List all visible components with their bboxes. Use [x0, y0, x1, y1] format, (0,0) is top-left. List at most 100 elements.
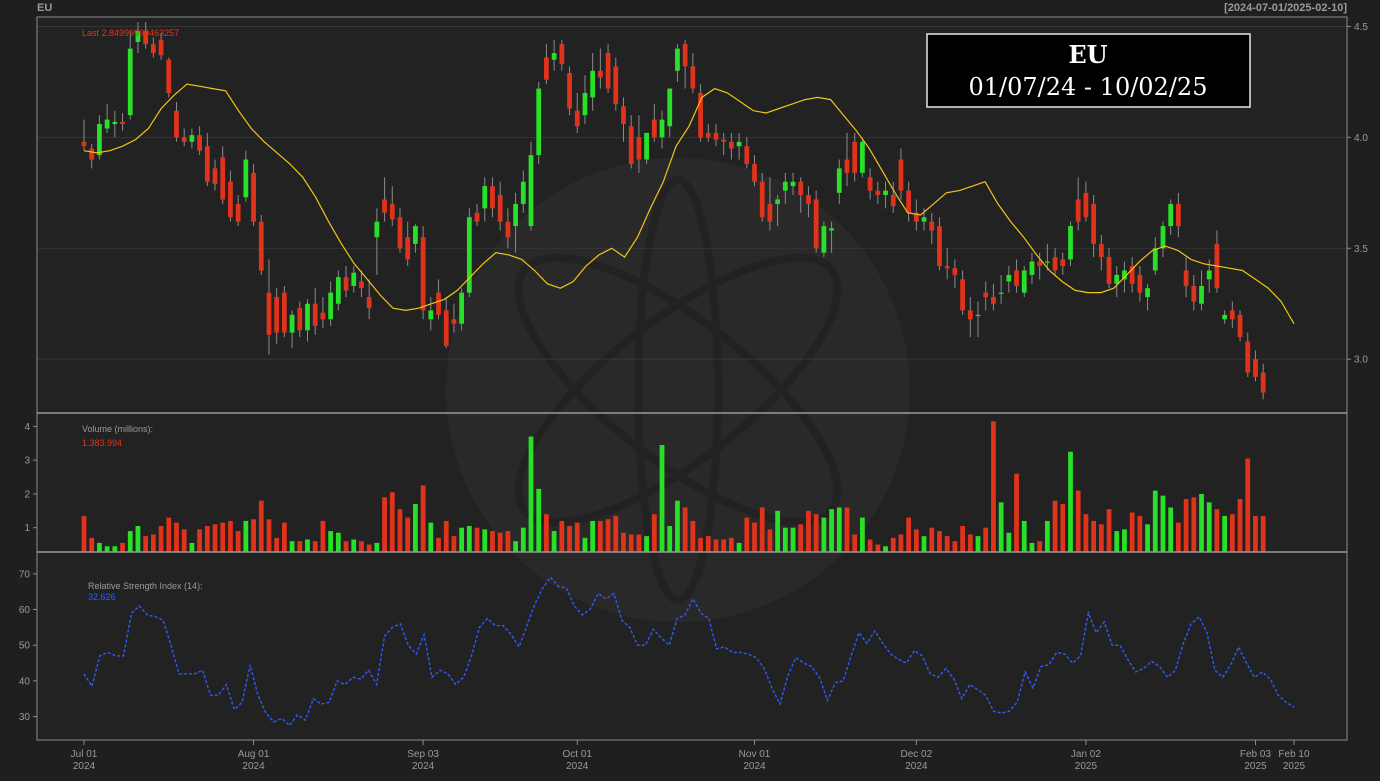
candle-body: [204, 146, 210, 182]
candle-body: [1037, 261, 1043, 267]
stock-chart: 3.0 3.5 4.0 4.5 1 2 3 4 30 40 50 60 70 Jul 01 2024 Aug …: [0, 0, 1380, 776]
candle-body: [1222, 314, 1228, 320]
volume-bar: [1037, 541, 1043, 552]
candle-body: [574, 110, 580, 127]
candle-body: [466, 217, 472, 293]
volume-y-tick-label: 4: [24, 422, 30, 433]
candle-body: [1253, 359, 1258, 377]
volume-value-label: 1.383.994: [82, 438, 122, 448]
candle-body: [759, 181, 765, 218]
volume-bar: [135, 526, 141, 552]
volume-bar: [1106, 509, 1112, 552]
candle-body: [281, 292, 287, 333]
candle-body: [782, 181, 788, 191]
volume-bar: [782, 527, 788, 552]
x-tick-label: Nov 01: [739, 749, 771, 760]
volume-bar: [1199, 493, 1204, 552]
candle-body: [975, 314, 981, 317]
candle-body: [120, 121, 125, 125]
volume-bar: [104, 546, 110, 552]
volume-bar: [790, 527, 796, 552]
volume-bar: [374, 542, 380, 552]
candle-body: [605, 53, 611, 89]
title-box: EU 01/07/24 - 10/02/25: [926, 33, 1251, 108]
x-tick-year-label: 2024: [412, 761, 435, 772]
volume-bar: [806, 510, 811, 552]
candle-body: [312, 303, 318, 326]
volume-bar: [952, 541, 958, 552]
candle-body: [1145, 288, 1150, 298]
volume-bar: [597, 520, 603, 552]
volume-bar: [228, 520, 233, 552]
candle-body: [991, 297, 996, 304]
volume-bar: [513, 541, 518, 552]
candle-body: [821, 226, 827, 253]
candle-body: [1052, 257, 1058, 271]
volume-bar: [913, 529, 919, 552]
candle-body: [351, 272, 357, 286]
candle-body: [1152, 248, 1158, 271]
volume-bar: [983, 527, 989, 552]
candle-body: [944, 266, 950, 269]
candle-body: [320, 312, 326, 320]
volume-bar: [266, 519, 272, 552]
candle-body: [1091, 203, 1097, 244]
rsi-y-tick-label: 60: [19, 605, 31, 616]
header-symbol: EU: [37, 2, 52, 14]
candle-body: [937, 226, 942, 267]
volume-bar: [975, 536, 981, 552]
candle-body: [1137, 274, 1143, 293]
candle-body: [189, 135, 195, 142]
volume-bar: [559, 520, 565, 552]
volume-bar: [860, 517, 865, 552]
candle-body: [104, 119, 110, 129]
volume-bar: [682, 507, 688, 552]
volume-bar: [81, 515, 87, 552]
volume-label: Volume (millions):: [82, 424, 153, 434]
candle-body: [744, 146, 750, 164]
volume-bar: [482, 529, 488, 552]
volume-bar: [1083, 514, 1089, 552]
candle-body: [89, 148, 95, 160]
candle-body: [150, 44, 156, 54]
rsi-y-tick-label: 40: [19, 676, 31, 687]
candle-body: [659, 119, 665, 138]
candle-body: [844, 159, 850, 173]
volume-bar: [752, 522, 757, 552]
volume-bar: [497, 532, 503, 552]
volume-bar: [1098, 524, 1104, 552]
candle-body: [736, 141, 742, 147]
volume-bar: [505, 531, 511, 552]
candle-body: [567, 73, 572, 109]
candle-body: [1106, 257, 1112, 284]
x-tick-year-label: 2025: [1283, 761, 1306, 772]
volume-bar: [220, 522, 226, 552]
volume-bar: [1152, 490, 1158, 552]
volume-bar: [343, 541, 349, 552]
candle-body: [1199, 285, 1204, 304]
candle-body: [597, 70, 603, 78]
candle-body: [636, 137, 642, 160]
x-tick-label: Feb 10: [1278, 749, 1310, 760]
volume-bar: [759, 507, 765, 552]
volume-bar: [536, 488, 542, 552]
volume-bar: [1044, 520, 1050, 552]
volume-bar: [636, 534, 642, 552]
volume-y-tick-label: 1: [24, 523, 30, 534]
candle-body: [443, 310, 449, 346]
candle-body: [497, 195, 503, 222]
volume-bar: [867, 539, 873, 552]
volume-bar: [97, 542, 102, 552]
volume-bar: [1029, 542, 1035, 552]
candle-body: [705, 132, 711, 138]
candle-body: [428, 310, 434, 320]
volume-bar: [621, 532, 626, 552]
volume-bar: [767, 529, 773, 552]
volume-bar: [967, 534, 973, 552]
volume-bar: [166, 517, 172, 552]
x-tick-label: Jul 01: [71, 749, 98, 760]
volume-bar: [1253, 515, 1258, 552]
volume-bar: [181, 529, 187, 552]
volume-bar: [359, 541, 364, 552]
volume-bar: [1176, 522, 1181, 552]
